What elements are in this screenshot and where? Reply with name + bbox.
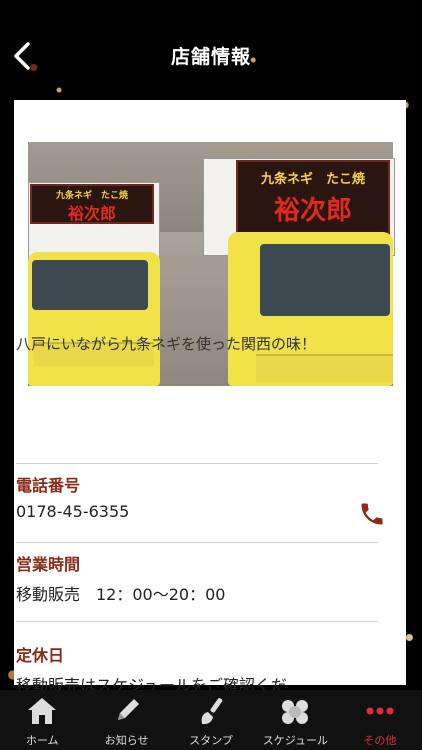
store-intro-text: 八戸にいながら九条ネギを使った関西の味！ [16, 335, 317, 353]
phone-number[interactable]: 0178-45-6355 [16, 502, 129, 521]
home-icon [28, 698, 57, 724]
tab-news[interactable]: お知らせ [84, 690, 168, 750]
header: 店舗情報 [0, 0, 422, 110]
brush-icon [201, 698, 223, 725]
tab-stamp[interactable]: スタンプ [169, 690, 253, 750]
hours-label: 営業時間 [16, 555, 81, 574]
divider [16, 621, 378, 622]
closed-label: 定休日 [16, 646, 65, 665]
tab-more[interactable]: その他 [338, 690, 422, 750]
tab-schedule[interactable]: スケジュール [253, 690, 337, 750]
hours-value: 移動販売 12：00〜20：00 [16, 585, 226, 604]
phone-icon[interactable] [358, 500, 386, 528]
divider [16, 463, 378, 464]
divider [16, 542, 378, 543]
tab-bar: ホーム お知らせ スタンプ スケジュール その他 [0, 690, 422, 750]
tab-home[interactable]: ホーム [0, 690, 84, 750]
page-title: 店舗情報 [170, 46, 251, 68]
takoyaki-icon [282, 700, 309, 724]
pencil-icon [117, 699, 139, 720]
phone-label: 電話番号 [16, 476, 81, 495]
more-icon [366, 707, 394, 715]
